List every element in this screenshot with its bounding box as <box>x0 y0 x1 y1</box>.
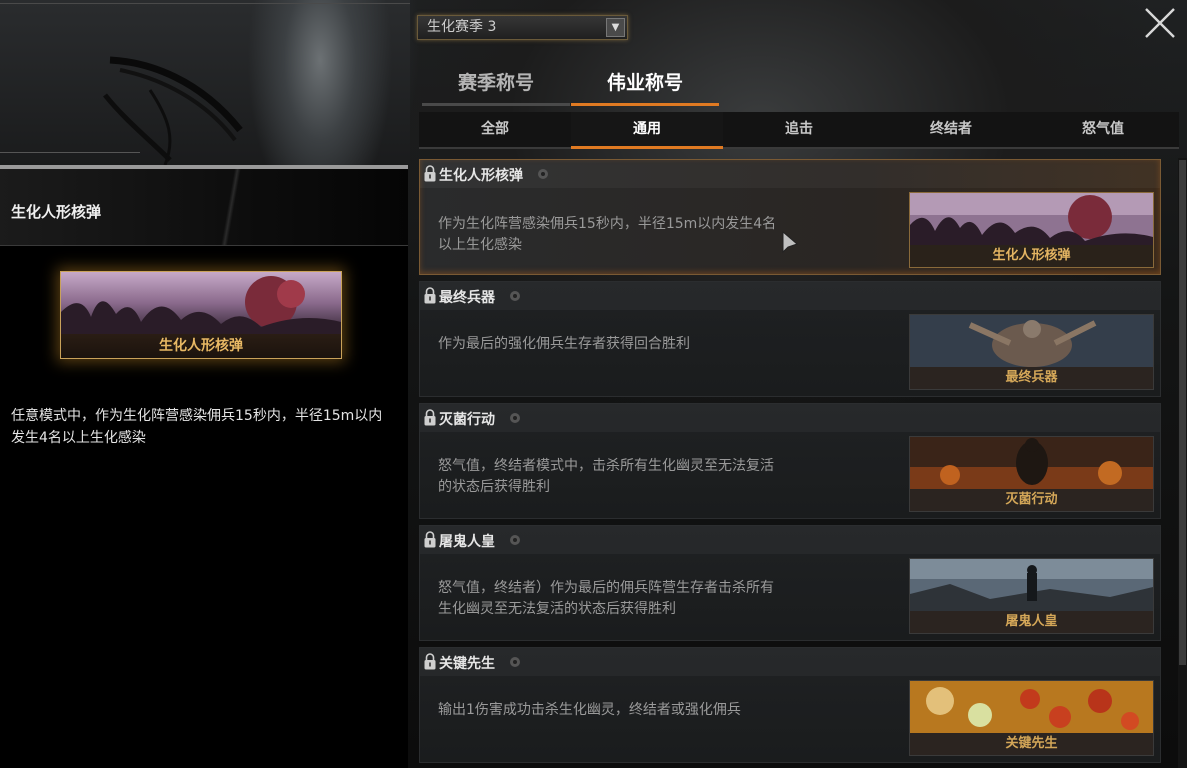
nuke-badge-art <box>910 193 1153 245</box>
tab-season-titles[interactable]: 赛季称号 <box>422 60 570 106</box>
achievement-header: 生化人形核弹 <box>420 160 1160 188</box>
achievement-badge: 生化人形核弹 <box>909 192 1154 268</box>
achievement-title: 灭菌行动 <box>439 412 495 428</box>
achievement-row[interactable]: 灭菌行动 怒气值，终结者模式中，击杀所有生化幽灵至无法复活的状态后获得胜利 灭菌… <box>419 403 1161 519</box>
sterilize-badge-art <box>910 437 1153 489</box>
achievement-title: 生化人形核弹 <box>439 168 523 184</box>
achievement-title: 最终兵器 <box>439 290 495 306</box>
mouse-cursor-icon <box>782 231 798 254</box>
achievement-badge: 屠鬼人皇 <box>909 558 1154 634</box>
close-button[interactable] <box>1143 6 1177 40</box>
season-select[interactable]: 生化赛季 3 ▼ <box>417 15 628 40</box>
season-select-value: 生化赛季 3 <box>427 19 497 35</box>
lock-icon <box>424 531 436 548</box>
achievement-description: 输出1伤害成功击杀生化幽灵，终结者或强化佣兵 <box>438 702 741 718</box>
close-icon <box>1145 8 1175 38</box>
subtab-rage[interactable]: 怒气值 <box>1027 112 1179 149</box>
lock-icon <box>424 409 436 426</box>
detail-title-card: 生化人形核弹 <box>60 271 342 359</box>
achievement-badge: 关键先生 <box>909 680 1154 756</box>
detail-title: 生化人形核弹 <box>11 203 102 221</box>
lock-icon <box>424 165 436 182</box>
gear-icon[interactable] <box>508 289 522 303</box>
subtab-all[interactable]: 全部 <box>419 112 571 149</box>
tab-achievement-titles[interactable]: 伟业称号 <box>571 60 719 106</box>
achievement-header: 关键先生 <box>420 648 1160 676</box>
divider <box>0 245 408 246</box>
subtab-terminator[interactable]: 终结者 <box>875 112 1027 149</box>
achievement-description: 怒气值，终结者模式中，击杀所有生化幽灵至无法复活的状态后获得胜利 <box>438 458 774 495</box>
achievement-header: 最终兵器 <box>420 282 1160 310</box>
chevron-down-icon[interactable]: ▼ <box>606 18 625 37</box>
achievement-title: 关键先生 <box>439 656 495 672</box>
key-player-badge-art <box>910 681 1153 733</box>
gear-icon[interactable] <box>508 533 522 547</box>
achievement-header: 屠鬼人皇 <box>420 526 1160 554</box>
detail-card-caption: 生化人形核弹 <box>61 334 341 358</box>
achievement-badge: 灭菌行动 <box>909 436 1154 512</box>
gear-icon[interactable] <box>508 411 522 425</box>
lock-icon <box>424 653 436 670</box>
category-tabs: 全部 通用 追击 终结者 怒气值 <box>419 112 1179 149</box>
achievement-badge: 最终兵器 <box>909 314 1154 390</box>
nuke-card-art <box>61 272 341 334</box>
achievement-description: 作为最后的强化佣兵生存者获得回合胜利 <box>438 336 690 352</box>
achievement-row[interactable]: 生化人形核弹 作为生化阵营感染佣兵15秒内，半径15m以内发生4名以上生化感染 … <box>419 159 1161 275</box>
achievement-row[interactable]: 关键先生 输出1伤害成功击杀生化幽灵，终结者或强化佣兵 关键先生 <box>419 647 1161 763</box>
achievement-description: 作为生化阵营感染佣兵15秒内，半径15m以内发生4名以上生化感染 <box>438 216 777 253</box>
achievement-badge-caption: 最终兵器 <box>910 367 1153 389</box>
achievement-row[interactable]: 最终兵器 作为最后的强化佣兵生存者获得回合胜利 最终兵器 <box>419 281 1161 397</box>
subtab-chase[interactable]: 追击 <box>723 112 875 149</box>
ghost-slayer-badge-art <box>910 559 1153 611</box>
achievement-badge-caption: 关键先生 <box>910 733 1153 755</box>
gear-icon[interactable] <box>508 655 522 669</box>
left-header-art <box>0 0 410 168</box>
detail-description: 任意模式中，作为生化阵营感染佣兵15秒内，半径15m以内发生4名以上生化感染 <box>11 408 383 446</box>
subtab-general[interactable]: 通用 <box>571 112 723 149</box>
scrollbar-thumb[interactable] <box>1179 160 1186 665</box>
gear-icon[interactable] <box>536 167 550 181</box>
achievement-badge-caption: 生化人形核弹 <box>910 245 1153 267</box>
final-weapon-badge-art <box>910 315 1153 367</box>
lock-icon <box>424 287 436 304</box>
detail-panel: 生化人形核弹 生化人形核弹 任意模式中，作为生化阵营感染佣兵15秒内，半径15m… <box>0 165 408 768</box>
achievement-badge-caption: 屠鬼人皇 <box>910 611 1153 633</box>
achievement-header: 灭菌行动 <box>420 404 1160 432</box>
achievement-title: 屠鬼人皇 <box>439 534 495 550</box>
achievement-description: 怒气值，终结者）作为最后的佣兵阵营生存者击杀所有生化幽灵至无法复活的状态后获得胜… <box>438 580 774 617</box>
detail-title-bar: 生化人形核弹 <box>0 165 408 245</box>
achievement-badge-caption: 灭菌行动 <box>910 489 1153 511</box>
achievement-row[interactable]: 屠鬼人皇 怒气值，终结者）作为最后的佣兵阵营生存者击杀所有生化幽灵至无法复活的状… <box>419 525 1161 641</box>
